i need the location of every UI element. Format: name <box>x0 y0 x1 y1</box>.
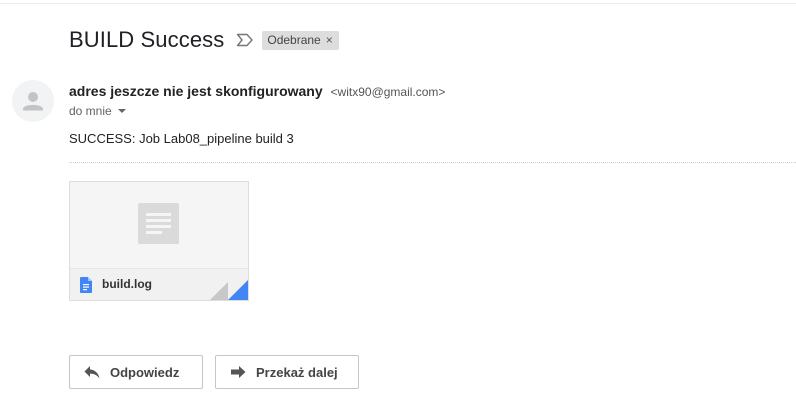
google-docs-icon <box>80 277 92 293</box>
file-type-corner-icon <box>210 280 248 300</box>
email-subject: BUILD Success <box>69 27 225 52</box>
reply-button[interactable]: Odpowiedz <box>69 355 203 389</box>
email-body: SUCCESS: Job Lab08_pipeline build 3 <box>69 131 294 146</box>
forward-icon <box>231 366 246 378</box>
top-divider <box>0 3 796 4</box>
sender-name[interactable]: adres jeszcze nie jest skonfigurowany <box>69 83 323 99</box>
chevron-down-icon <box>117 109 126 113</box>
recipient-details-toggle[interactable]: do mnie <box>69 104 126 118</box>
sender-email: <witx90@gmail.com> <box>330 85 446 99</box>
reply-icon <box>84 366 100 379</box>
label-chip-text: Odebrane <box>267 32 321 47</box>
remove-label-icon[interactable]: × <box>326 33 333 47</box>
document-thumbnail-icon <box>138 203 179 244</box>
important-marker-icon[interactable] <box>236 33 254 47</box>
person-icon <box>23 92 43 111</box>
forward-button-label: Przekaż dalej <box>256 364 338 380</box>
recipient-label: do mnie <box>69 104 112 118</box>
attachment-filename: build.log <box>102 277 152 291</box>
sender-avatar[interactable] <box>12 80 54 122</box>
attachment-card[interactable]: build.log <box>69 181 249 301</box>
body-divider <box>69 162 796 163</box>
subject-row: BUILD Success Odebrane × <box>69 26 339 54</box>
reply-button-label: Odpowiedz <box>110 364 180 380</box>
inbox-label-chip: Odebrane × <box>262 30 339 50</box>
forward-button[interactable]: Przekaż dalej <box>215 355 359 389</box>
sender-row: adres jeszcze nie jest skonfigurowany <w… <box>69 83 445 99</box>
attachment-preview <box>70 182 248 268</box>
